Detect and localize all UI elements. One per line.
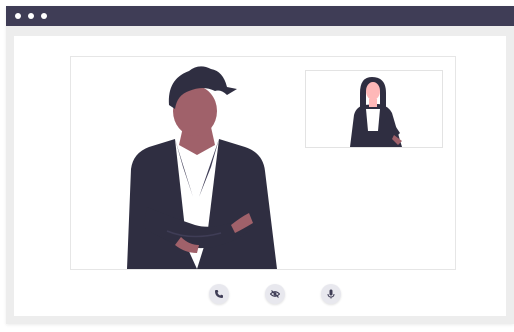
- woman-face: [366, 82, 380, 100]
- window-dot-maximize[interactable]: [41, 13, 47, 19]
- main-video-feed[interactable]: [70, 56, 456, 270]
- call-button[interactable]: [209, 284, 229, 304]
- woman-illustration: [350, 77, 402, 147]
- microphone-button[interactable]: [321, 284, 341, 304]
- window-dot-close[interactable]: [15, 13, 21, 19]
- self-view-video[interactable]: [305, 70, 443, 148]
- phone-icon: [215, 290, 223, 298]
- eye-off-icon: [270, 290, 280, 298]
- video-call-area: [14, 36, 506, 316]
- window-dot-minimize[interactable]: [28, 13, 34, 19]
- window-titlebar: [6, 6, 514, 26]
- app-window: [6, 6, 514, 324]
- camera-toggle-button[interactable]: [265, 284, 285, 304]
- woman-top: [366, 109, 380, 131]
- woman-neck: [369, 99, 377, 107]
- microphone-icon: [327, 289, 335, 299]
